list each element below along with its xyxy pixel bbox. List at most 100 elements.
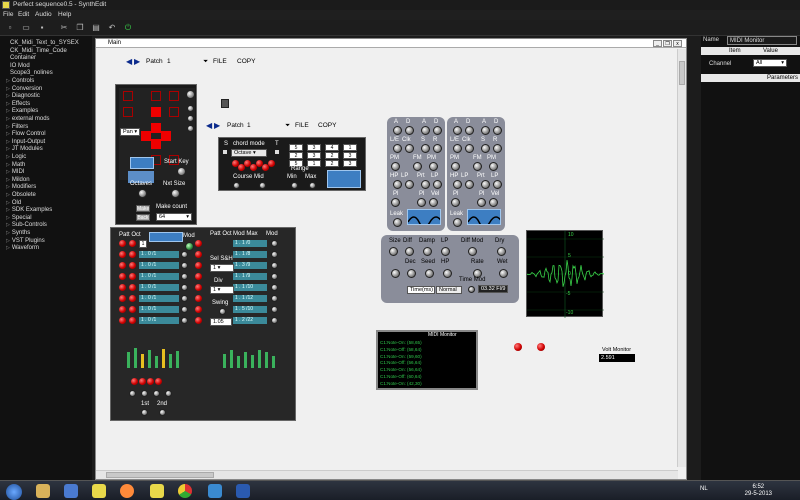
pad-active[interactable] (141, 131, 151, 141)
paste-icon[interactable]: ▤ (90, 22, 102, 34)
chord-grid-cell[interactable]: 5 (289, 144, 303, 151)
row-led[interactable] (119, 295, 126, 302)
slider[interactable] (251, 355, 254, 368)
row-led[interactable] (119, 240, 126, 247)
patch-value[interactable]: 1 (247, 121, 251, 131)
file-dropdown-icon[interactable]: ⏷ (203, 57, 208, 67)
right-cell[interactable]: 1 . 1 /8 (233, 251, 267, 258)
row-led[interactable] (129, 284, 136, 291)
minimize-icon[interactable]: _ (653, 40, 662, 47)
env-knob[interactable] (421, 144, 430, 153)
env-knob[interactable] (417, 198, 426, 207)
expand-arrow-icon[interactable]: ▷ (6, 192, 10, 198)
row-led[interactable] (119, 317, 126, 324)
restore-icon[interactable]: ❐ (663, 40, 672, 47)
env-knob[interactable] (421, 126, 430, 135)
menu-edit[interactable]: Edit (18, 10, 29, 20)
expand-arrow-icon[interactable]: ▷ (6, 177, 10, 183)
slider[interactable] (272, 356, 275, 368)
expand-arrow-icon[interactable]: ▷ (6, 162, 10, 168)
left-cell[interactable]: 1 . 0 /1 (139, 251, 179, 258)
s-checkbox[interactable] (223, 150, 227, 154)
time-select[interactable]: Time(ms) (407, 286, 435, 294)
row-led[interactable] (195, 240, 202, 247)
vertical-scrollbar[interactable] (677, 49, 686, 467)
expand-arrow-icon[interactable]: ▷ (6, 116, 10, 122)
normal-select[interactable]: Normal (436, 286, 462, 294)
env-knob[interactable] (477, 198, 486, 207)
env-knob[interactable] (393, 126, 402, 135)
row-led[interactable] (195, 273, 202, 280)
env-knob[interactable] (489, 162, 498, 171)
diff-knob[interactable] (405, 247, 414, 256)
env-knob[interactable] (493, 180, 502, 189)
env-knob[interactable] (391, 198, 400, 207)
start-icon[interactable] (6, 484, 22, 500)
row-knob[interactable] (271, 251, 278, 258)
right-cell[interactable]: 1 . 1 /12 (233, 295, 267, 302)
patch-prev-arrow-icon[interactable]: ◀ (126, 57, 132, 67)
copy-button[interactable]: COPY (237, 57, 255, 67)
row-led[interactable] (195, 306, 202, 313)
left-cell[interactable]: 1 . 0 /1 (139, 273, 179, 280)
vertical-scroll-thumb[interactable] (679, 61, 685, 85)
second-knob[interactable] (159, 409, 166, 416)
chord-mode-select[interactable]: Octave ▾ (231, 149, 267, 157)
chord-grid-cell[interactable]: 3 (307, 152, 321, 159)
env-knob[interactable] (405, 144, 414, 153)
first-row-value[interactable]: 1 (139, 240, 147, 248)
swing-knob[interactable] (219, 308, 226, 315)
led-1[interactable] (514, 343, 522, 351)
slider[interactable] (141, 354, 144, 368)
chord-grid-cell[interactable]: 3 (343, 152, 357, 159)
slider[interactable] (223, 354, 226, 368)
slider[interactable] (134, 348, 137, 368)
expand-arrow-icon[interactable]: ▷ (6, 245, 10, 251)
pad[interactable] (123, 91, 133, 101)
env-knob[interactable] (481, 180, 490, 189)
menu-file[interactable]: File (3, 10, 13, 20)
env-knob[interactable] (451, 162, 460, 171)
led-2[interactable] (537, 343, 545, 351)
div-select[interactable]: 1 ▾ (210, 286, 234, 294)
row-led[interactable] (195, 295, 202, 302)
bottom-led[interactable] (131, 378, 138, 385)
slider[interactable] (244, 352, 247, 368)
expand-arrow-icon[interactable]: ▷ (6, 230, 10, 236)
knob[interactable] (187, 125, 194, 132)
expand-arrow-icon[interactable]: ▷ (6, 139, 10, 145)
bottom-knob[interactable] (141, 390, 148, 397)
env-knob[interactable] (453, 144, 462, 153)
row-knob[interactable] (271, 317, 278, 324)
nxt-size-knob[interactable] (171, 189, 180, 198)
knob[interactable] (187, 115, 194, 122)
patch-prev-arrow-icon[interactable]: ◀ (206, 121, 212, 131)
expand-arrow-icon[interactable]: ▷ (6, 184, 10, 190)
env-knob[interactable] (433, 126, 442, 135)
slider[interactable] (127, 352, 130, 368)
left-cell[interactable]: 1 . 0 /1 (139, 306, 179, 313)
dry-knob[interactable] (497, 247, 506, 256)
row-knob[interactable] (181, 284, 188, 291)
save-icon[interactable]: ▪ (36, 22, 48, 34)
env-knob[interactable] (481, 144, 490, 153)
expand-arrow-icon[interactable]: ▷ (6, 108, 10, 114)
env-knob[interactable] (429, 162, 438, 171)
right-cell[interactable]: 1 . 5 /10 (233, 306, 267, 313)
chord-grid-cell[interactable]: 2 (289, 152, 303, 159)
row-knob[interactable] (271, 284, 278, 291)
menu-help[interactable]: Help (58, 10, 71, 20)
env-knob[interactable] (393, 144, 402, 153)
name-value[interactable]: MIDI Monitor (727, 36, 797, 45)
row-led[interactable] (129, 306, 136, 313)
back-button[interactable]: Back (136, 214, 150, 221)
row-led[interactable] (129, 273, 136, 280)
octave-selector[interactable] (130, 157, 154, 169)
env-knob[interactable] (473, 162, 482, 171)
env-knob[interactable] (465, 144, 474, 153)
slider[interactable] (230, 350, 233, 368)
undo-icon[interactable]: ↶ (106, 22, 118, 34)
slider[interactable] (237, 356, 240, 368)
env-knob[interactable] (405, 180, 414, 189)
row-led[interactable] (129, 240, 136, 247)
